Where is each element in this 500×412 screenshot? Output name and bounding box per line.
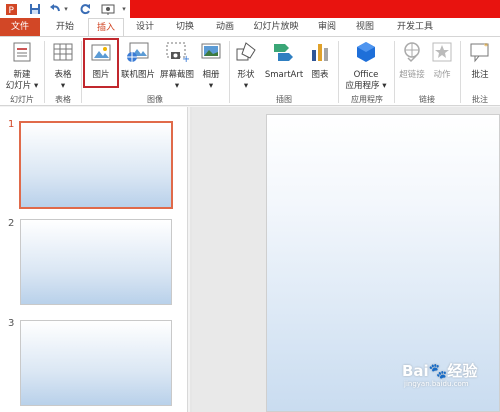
ribbon-tabs: 文件 开始 插入 设计 切换 动画 幻灯片放映 审阅 视图 开发工具 [0,18,500,37]
group-separator [338,41,339,103]
title-bar [130,0,500,18]
tab-design[interactable]: 设计 [128,18,162,36]
powerpoint-logo-icon[interactable]: P [4,1,18,17]
photo-album-label: 相册 [202,70,220,80]
tab-file[interactable]: 文件 [0,18,40,36]
group-label-images: 图像 [147,95,163,104]
group-separator [81,41,82,103]
screenshot-icon: + [158,40,196,68]
picture-icon [84,42,118,68]
action-star-icon [428,40,456,68]
photo-album-dropdown-icon: ▾ [208,81,214,91]
ribbon: 新建 幻灯片 ▾ 幻灯片 表格 ▾ 表格 图片 联机图片 + 屏幕截图 ▾ 相册… [0,36,500,106]
hyperlink-button[interactable]: 超链接 [397,40,427,90]
office-apps-label: Office [353,70,379,80]
group-separator [460,41,461,103]
table-dropdown-icon: ▾ [60,81,66,91]
table-label: 表格 [54,70,72,80]
undo-dropdown-icon[interactable]: ▾ [62,1,70,17]
hyperlink-label: 超链接 [399,70,425,80]
office-apps-label-2: 应用程序 ▾ [345,81,387,91]
svg-text:+: + [182,54,189,64]
slide-number: 3 [8,318,15,329]
redo-icon[interactable] [78,1,92,17]
slide-number: 2 [8,218,15,229]
tab-insert[interactable]: 插入 [88,18,124,37]
tab-transitions[interactable]: 切换 [168,18,202,36]
new-slide-label: 新建 [13,70,31,80]
screenshot-label: 屏幕截图 [159,70,194,80]
group-label-apps: 应用程序 [351,95,383,104]
svg-text:P: P [8,6,14,16]
screenshot-button[interactable]: + 屏幕截图 ▾ [158,40,196,91]
tab-review[interactable]: 审阅 [312,18,342,36]
start-from-beginning-icon[interactable] [100,1,116,17]
photo-album-icon [196,40,226,68]
online-picture-button[interactable]: 联机图片 [118,40,158,90]
screenshot-dropdown-icon: ▾ [174,81,180,91]
slide-thumbnails-pane: 1 2 3 [0,107,188,412]
comment-button[interactable]: * 批注 [464,40,496,90]
slide-thumbnail-1[interactable] [19,121,173,209]
save-icon[interactable] [28,1,42,17]
tab-animations[interactable]: 动画 [208,18,242,36]
office-apps-button[interactable]: Office 应用程序 ▾ [342,40,390,91]
tab-slide-show[interactable]: 幻灯片放映 [248,18,304,36]
slide-number: 1 [8,119,15,130]
photo-album-button[interactable]: 相册 ▾ [196,40,226,91]
customize-qat-icon[interactable]: ▾ [120,1,128,17]
group-label-comments: 批注 [472,95,488,104]
comment-icon: * [464,40,496,68]
svg-text:*: * [484,42,488,51]
slide-thumbnail-2[interactable] [20,219,172,305]
smartart-label: SmartArt [264,70,304,80]
chart-icon [306,40,334,68]
tab-developer[interactable]: 开发工具 [390,18,440,36]
tab-home[interactable]: 开始 [48,18,82,36]
group-separator [229,41,230,103]
group-label-illustrations: 插图 [276,95,292,104]
group-separator [394,41,395,103]
table-icon [48,40,78,68]
group-label-links: 链接 [419,95,435,104]
chart-button[interactable]: 图表 [306,40,334,90]
shapes-dropdown-icon: ▾ [243,81,249,91]
group-separator [44,41,45,103]
shapes-icon [232,40,260,68]
action-button[interactable]: 动作 [428,40,456,90]
undo-icon[interactable] [48,1,62,17]
new-slide-label-2: 幻灯片 ▾ [5,81,39,91]
smartart-icon [262,40,306,68]
watermark-url: jingyan.baidu.com [404,380,469,388]
online-picture-label: 联机图片 [120,70,155,80]
hyperlink-icon [397,40,427,68]
quick-access-toolbar: P ▾ ▾ [0,0,500,18]
smartart-button[interactable]: SmartArt [262,40,306,90]
office-apps-icon [342,40,390,68]
shapes-button[interactable]: 形状 ▾ [232,40,260,91]
shapes-label: 形状 [237,70,255,80]
comment-label: 批注 [471,70,489,80]
online-picture-icon [118,40,158,68]
action-label: 动作 [433,70,451,80]
new-slide-icon [4,40,40,68]
chart-label: 图表 [311,70,329,80]
picture-button[interactable]: 图片 [83,38,119,88]
new-slide-button[interactable]: 新建 幻灯片 ▾ [4,40,40,91]
group-label-slides: 幻灯片 [10,95,34,104]
watermark-logo: Bai🐾经验 [402,362,478,380]
slide-thumbnail-3[interactable] [20,320,172,406]
picture-label: 图片 [92,70,110,80]
table-button[interactable]: 表格 ▾ [48,40,78,91]
tab-view[interactable]: 视图 [350,18,380,36]
group-label-tables: 表格 [55,95,71,104]
